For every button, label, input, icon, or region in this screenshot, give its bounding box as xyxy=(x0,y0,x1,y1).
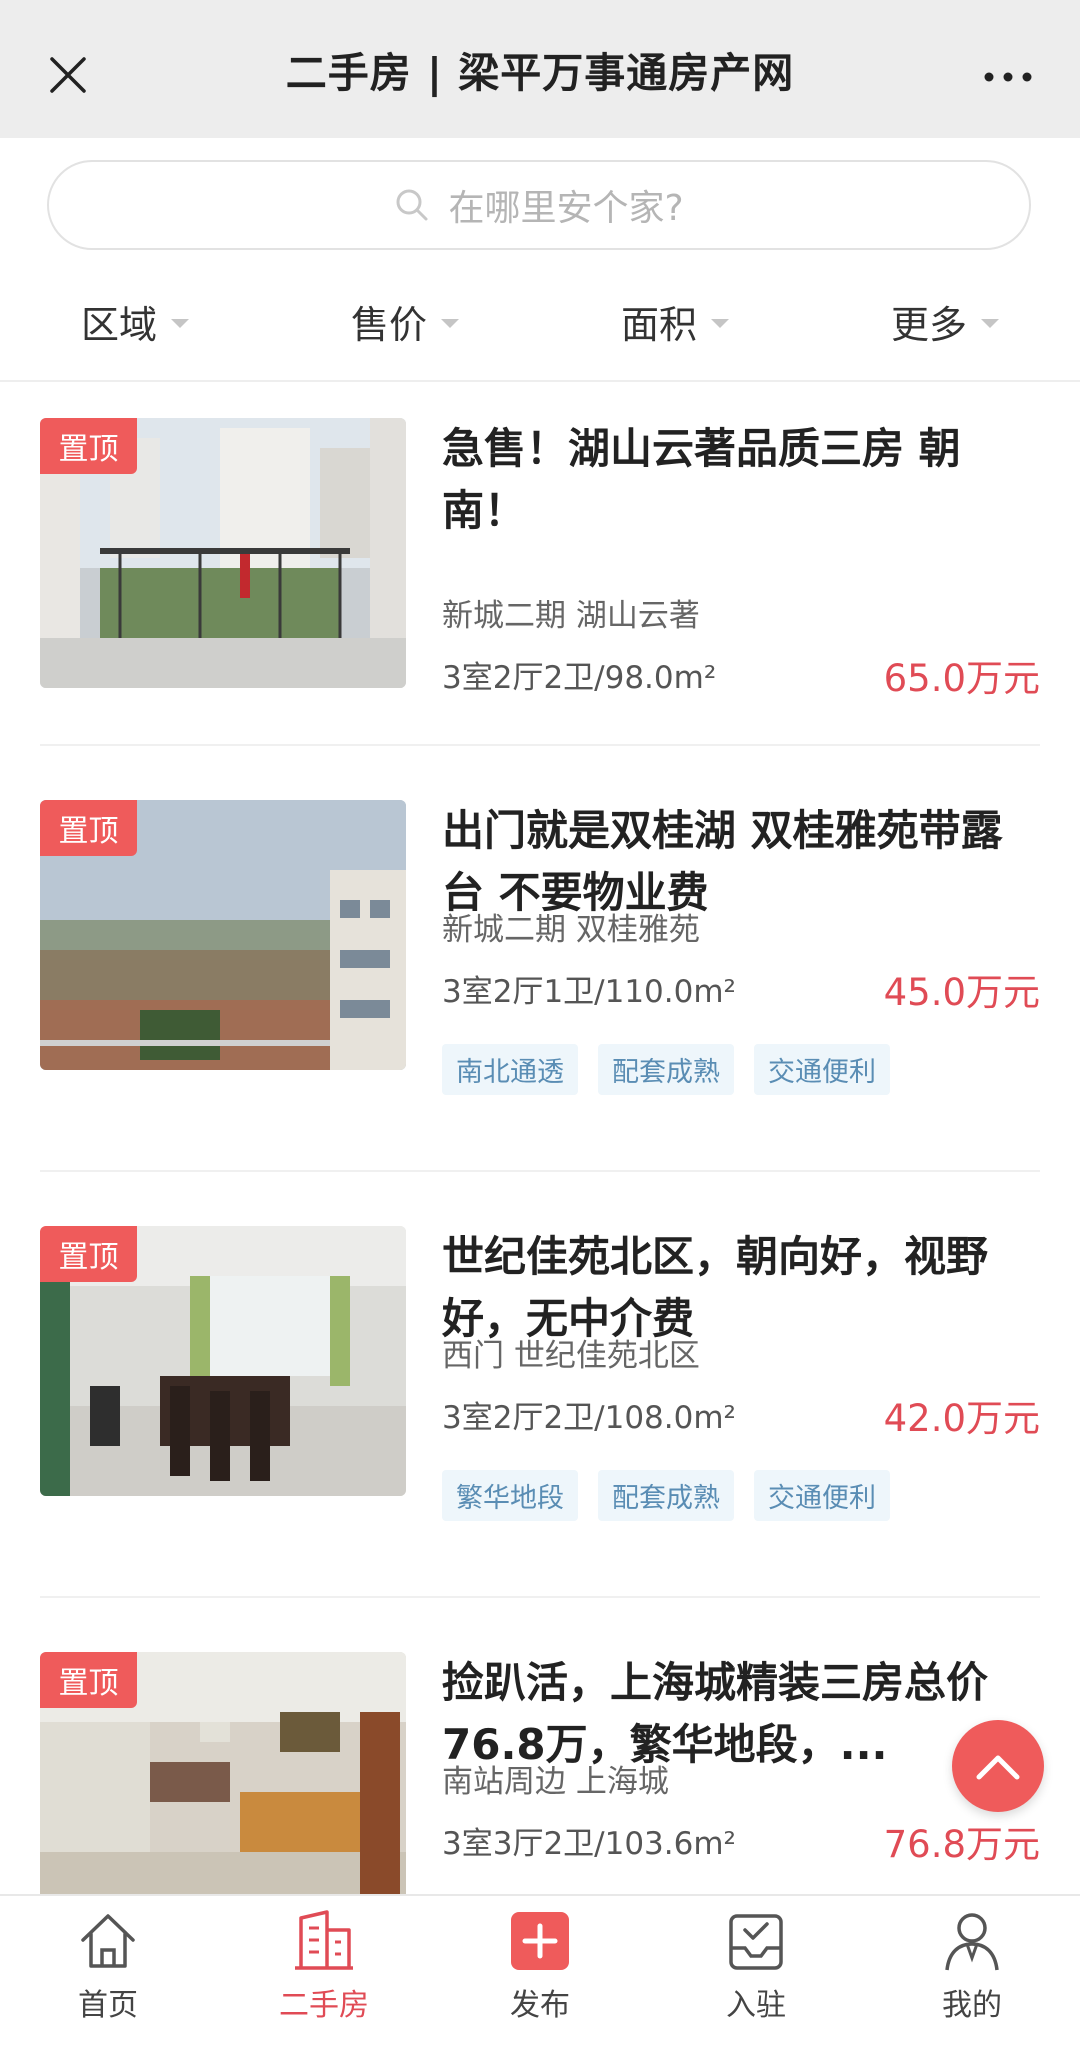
top-badge: 置顶 xyxy=(40,1226,137,1282)
listing-tag: 配套成熟 xyxy=(598,1044,734,1095)
listing-item[interactable]: 置顶 急售！湖山云著品质三房 朝南！ 新城二期 湖山云著 3室2厅2卫/98.0… xyxy=(40,418,1040,718)
home-icon xyxy=(81,1914,135,1968)
nav-label: 我的 xyxy=(942,1988,1002,2023)
close-icon[interactable] xyxy=(48,55,88,95)
nav-second-hand[interactable]: 二手房 xyxy=(216,1896,432,2046)
bottom-nav: 首页 二手房 发布 入驻 我的 xyxy=(0,1894,1080,2046)
filter-label: 区域 xyxy=(80,302,157,347)
nav-label: 入驻 xyxy=(726,1988,786,2023)
divider xyxy=(40,1596,1040,1598)
back-to-top-button[interactable] xyxy=(952,1720,1044,1812)
listing-spec: 3室3厅2卫/103.6m² xyxy=(442,1826,736,1862)
tag-list: 繁华地段 配套成熟 交通便利 xyxy=(442,1470,890,1521)
filter-more[interactable]: 更多 xyxy=(810,262,1080,380)
listing-location: 新城二期 双桂雅苑 xyxy=(442,912,700,948)
caret-down-icon xyxy=(171,318,189,328)
caret-down-icon xyxy=(711,318,729,328)
search-input[interactable]: 在哪里安个家? xyxy=(47,160,1031,250)
listing-tag: 配套成熟 xyxy=(598,1470,734,1521)
nav-join[interactable]: 入驻 xyxy=(648,1896,864,2046)
top-badge: 置顶 xyxy=(40,800,137,856)
caret-down-icon xyxy=(441,318,459,328)
nav-mine[interactable]: 我的 xyxy=(864,1896,1080,2046)
search-placeholder: 在哪里安个家? xyxy=(448,188,684,229)
listing-tag: 交通便利 xyxy=(754,1470,890,1521)
nav-publish[interactable]: 发布 xyxy=(432,1896,648,2046)
nav-home[interactable]: 首页 xyxy=(0,1896,216,2046)
filter-label: 更多 xyxy=(890,302,967,347)
listing-location: 新城二期 湖山云著 xyxy=(442,598,700,634)
listing-photo: 置顶 xyxy=(40,418,406,688)
inbox-check-icon xyxy=(729,1914,783,1970)
listing-location: 西门 世纪佳苑北区 xyxy=(442,1338,700,1374)
listing-item[interactable]: 置顶 世纪佳苑北区，朝向好，视野好，无中介费 西门 世纪佳苑北区 3室2厅2卫/… xyxy=(40,1226,1040,1556)
filter-price[interactable]: 售价 xyxy=(270,262,540,380)
filter-label: 售价 xyxy=(350,302,427,347)
listing-photo: 置顶 xyxy=(40,800,406,1070)
listing-spec: 3室2厅2卫/98.0m² xyxy=(442,660,717,696)
filter-size[interactable]: 面积 xyxy=(540,262,810,380)
caret-down-icon xyxy=(981,318,999,328)
top-bar: 二手房 | 梁平万事通房产网 xyxy=(0,0,1080,138)
listing-photo: 置顶 xyxy=(40,1226,406,1496)
listing-tag: 南北通透 xyxy=(442,1044,578,1095)
search-section: 在哪里安个家? xyxy=(0,138,1080,258)
listing-price: 65.0万元 xyxy=(883,657,1040,700)
listing-price: 45.0万元 xyxy=(883,971,1040,1014)
listing-item[interactable]: 置顶 出门就是双桂湖 双桂雅苑带露台 不要物业费 新城二期 双桂雅苑 3室2厅1… xyxy=(40,800,1040,1130)
divider xyxy=(40,1170,1040,1172)
filter-bar: 区域 售价 面积 更多 xyxy=(0,262,1080,382)
listing-tag: 繁华地段 xyxy=(442,1470,578,1521)
top-badge: 置顶 xyxy=(40,418,137,474)
nav-label: 首页 xyxy=(78,1988,138,2023)
building-icon xyxy=(295,1910,353,1970)
listing-location: 南站周边 上海城 xyxy=(442,1764,669,1800)
filter-area[interactable]: 区域 xyxy=(0,262,270,380)
user-icon xyxy=(945,1913,999,1971)
plus-icon xyxy=(511,1912,569,1970)
listing-spec: 3室2厅1卫/110.0m² xyxy=(442,974,736,1010)
filter-label: 面积 xyxy=(620,302,697,347)
search-icon xyxy=(396,189,428,221)
listing-title: 急售！湖山云著品质三房 朝南！ xyxy=(442,424,961,535)
listing-photo: 置顶 xyxy=(40,1652,406,1894)
tag-list: 南北通透 配套成熟 交通便利 xyxy=(442,1044,890,1095)
divider xyxy=(40,744,1040,746)
nav-label: 二手房 xyxy=(279,1988,369,2023)
top-badge: 置顶 xyxy=(40,1652,137,1708)
listing-item[interactable]: 置顶 捡趴活，上海城精装三房总价76.8万，繁华地段，... 南站周边 上海城 … xyxy=(40,1652,1040,1894)
more-icon[interactable] xyxy=(984,72,1032,82)
listing-price: 42.0万元 xyxy=(883,1397,1040,1440)
chevron-up-icon xyxy=(976,1755,1020,1780)
listing-list: 置顶 急售！湖山云著品质三房 朝南！ 新城二期 湖山云著 3室2厅2卫/98.0… xyxy=(0,382,1080,1894)
listing-spec: 3室2厅2卫/108.0m² xyxy=(442,1400,736,1436)
listing-price: 76.8万元 xyxy=(883,1823,1040,1866)
nav-label: 发布 xyxy=(510,1988,570,2023)
listing-tag: 交通便利 xyxy=(754,1044,890,1095)
page-title: 二手房 | 梁平万事通房产网 xyxy=(285,49,795,97)
